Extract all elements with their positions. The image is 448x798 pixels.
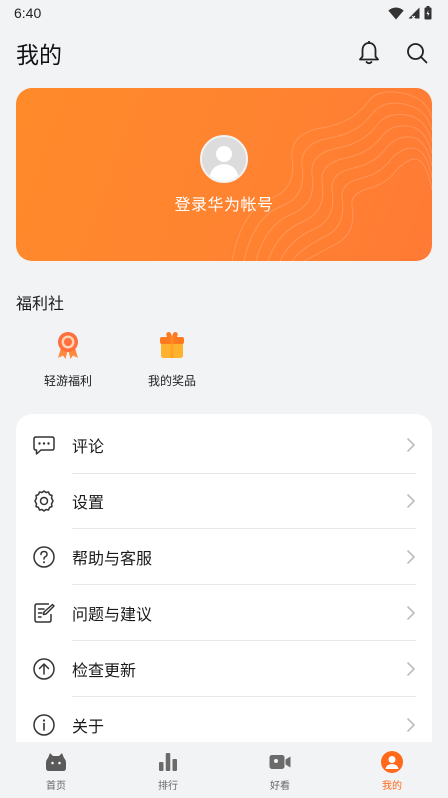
gear-icon — [34, 490, 54, 512]
avatar[interactable] — [200, 135, 248, 183]
settings-menu: 评论 设置 帮助与客服 问题与建议 检查更新 关于 — [16, 414, 432, 754]
video-icon — [269, 755, 291, 769]
nav-item-label: 好看 — [270, 781, 290, 792]
welfare-item-label: 我的奖品 — [147, 374, 196, 388]
page-title: 我的 — [16, 43, 62, 69]
menu-item-label: 问题与建议 — [72, 605, 153, 624]
signal-icon — [408, 7, 420, 19]
menu-item-label: 设置 — [72, 493, 105, 512]
chevron-right-icon — [407, 718, 415, 732]
menu-item-settings[interactable]: 设置 — [16, 473, 432, 529]
ranking-icon — [159, 753, 177, 771]
default-avatar-icon — [202, 137, 246, 181]
gift-icon — [160, 332, 184, 358]
profile-icon — [381, 751, 403, 773]
wifi-icon — [388, 7, 404, 19]
update-icon — [33, 658, 55, 680]
menu-item-label: 帮助与客服 — [72, 549, 153, 568]
nav-item-label: 首页 — [46, 781, 66, 792]
welfare-item-light-game-benefits[interactable]: 轻游福利 — [16, 330, 120, 394]
search-icon — [407, 43, 428, 64]
header-actions — [356, 40, 432, 66]
nav-item-home[interactable]: 首页 — [0, 742, 112, 798]
medal-icon — [58, 332, 78, 359]
help-icon — [33, 546, 55, 568]
comment-icon — [33, 436, 55, 455]
bell-icon — [359, 41, 379, 65]
login-prompt[interactable]: 登录华为帐号 — [16, 191, 432, 215]
status-bar: 6:40 — [0, 0, 448, 26]
login-card[interactable]: 登录华为帐号 — [16, 88, 432, 261]
status-time: 6:40 — [14, 5, 42, 21]
bottom-nav: 首页 排行 好看 我的 — [0, 742, 448, 798]
menu-item-label: 检查更新 — [72, 661, 137, 680]
status-icons — [388, 6, 432, 20]
nav-item-mine[interactable]: 我的 — [336, 742, 448, 798]
feedback-icon — [34, 603, 55, 623]
notification-button[interactable] — [356, 40, 382, 66]
header: 我的 — [0, 26, 448, 80]
nav-item-watch[interactable]: 好看 — [224, 742, 336, 798]
menu-item-label: 评论 — [72, 437, 105, 456]
menu-item-check-update[interactable]: 检查更新 — [16, 641, 432, 697]
welfare-item-label: 轻游福利 — [43, 374, 92, 388]
chevron-right-icon — [407, 606, 415, 620]
nav-item-label: 我的 — [382, 781, 402, 792]
welfare-grid: 轻游福利 我的奖品 — [16, 330, 224, 394]
menu-item-feedback[interactable]: 问题与建议 — [16, 585, 432, 641]
info-icon — [33, 714, 55, 736]
battery-icon — [424, 6, 432, 20]
chevron-right-icon — [407, 494, 415, 508]
menu-item-comments[interactable]: 评论 — [16, 417, 432, 473]
welfare-section-title: 福利社 — [16, 294, 65, 313]
menu-item-help-support[interactable]: 帮助与客服 — [16, 529, 432, 585]
menu-item-label: 关于 — [72, 717, 105, 736]
chevron-right-icon — [407, 550, 415, 564]
nav-item-ranking[interactable]: 排行 — [112, 742, 224, 798]
home-icon — [46, 753, 66, 771]
chevron-right-icon — [407, 662, 415, 676]
search-button[interactable] — [404, 40, 430, 66]
nav-item-label: 排行 — [158, 781, 178, 792]
welfare-item-my-prizes[interactable]: 我的奖品 — [120, 330, 224, 394]
chevron-right-icon — [407, 438, 415, 452]
